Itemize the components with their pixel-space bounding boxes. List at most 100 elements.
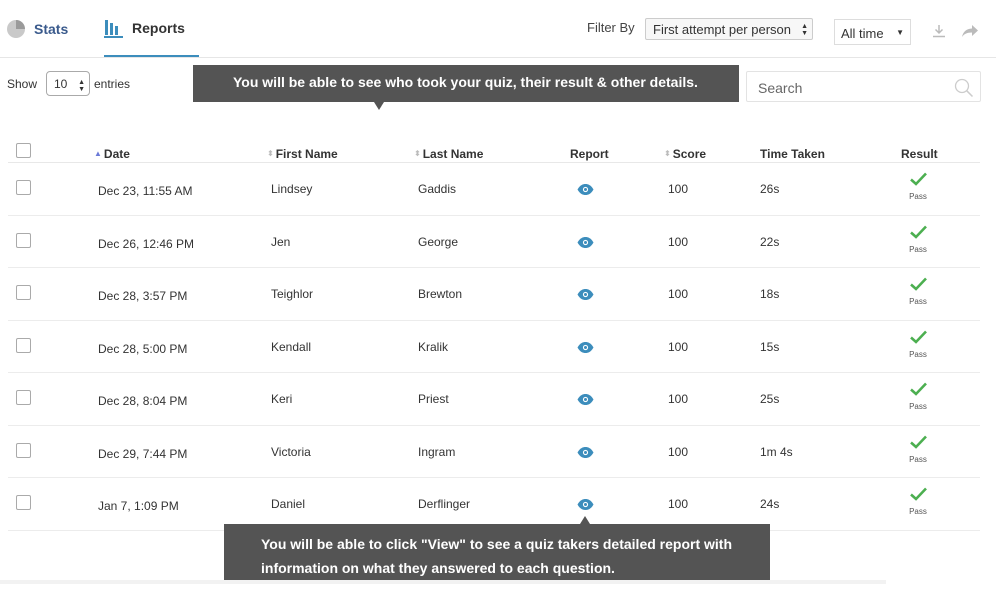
row-checkbox[interactable] xyxy=(16,285,31,300)
table-row: Dec 28, 5:00 PM Kendall Kralik 100 15s Pass xyxy=(8,321,980,373)
view-report-icon[interactable] xyxy=(577,497,594,515)
cell-time-taken: 1m 4s xyxy=(760,444,793,459)
view-report-icon[interactable] xyxy=(577,392,594,410)
tab-stats[interactable]: Stats xyxy=(6,0,86,58)
cell-last-name: Derflinger xyxy=(418,497,471,511)
tab-reports[interactable]: Reports xyxy=(104,0,199,57)
check-icon xyxy=(906,435,930,454)
header-result: Result xyxy=(901,147,938,161)
cell-date: Dec 26, 12:46 PM xyxy=(98,236,195,251)
bar-chart-icon xyxy=(104,18,124,38)
header-date[interactable]: ▲ Date xyxy=(94,147,130,161)
result-cell: Pass xyxy=(906,435,930,464)
search-icon xyxy=(954,78,974,101)
cell-date: Dec 28, 8:04 PM xyxy=(98,394,188,408)
result-label: Pass xyxy=(909,454,927,464)
select-all-checkbox[interactable] xyxy=(16,143,31,158)
result-label: Pass xyxy=(909,297,927,306)
cell-score: 100 xyxy=(668,287,689,301)
row-checkbox[interactable] xyxy=(16,180,31,195)
cell-score: 100 xyxy=(668,444,689,459)
bottom-divider xyxy=(0,580,886,584)
select-arrows-icon: ▲ ▼ xyxy=(801,23,808,37)
row-checkbox[interactable] xyxy=(16,390,31,405)
caret-down-icon: ▼ xyxy=(896,28,904,37)
cell-time-taken: 22s xyxy=(760,234,780,249)
result-cell: Pass xyxy=(906,277,930,306)
cell-score: 100 xyxy=(668,234,689,249)
table-row: Dec 28, 8:04 PM Keri Priest 100 25s Pass xyxy=(8,373,980,426)
table-body: Dec 23, 11:55 AM Lindsey Gaddis 100 26s Pass D… xyxy=(8,163,980,531)
cell-first-name: Teighlor xyxy=(271,287,314,301)
header-last-name[interactable]: ⬍ Last Name xyxy=(414,147,483,161)
time-range-value: All time xyxy=(841,26,884,41)
tooltip-view-report-line2: information on what they answered to eac… xyxy=(261,560,615,576)
tooltip-overview: You will be able to see who took your qu… xyxy=(193,65,739,110)
time-range-select[interactable]: All time ▼ xyxy=(834,19,911,45)
search-input[interactable]: Search xyxy=(746,71,981,102)
view-report-icon[interactable] xyxy=(577,445,594,463)
result-label: Pass xyxy=(909,192,927,201)
check-icon xyxy=(906,487,930,506)
cell-last-name: George xyxy=(418,234,459,249)
check-icon xyxy=(906,382,930,401)
cell-first-name: Kendall xyxy=(271,339,312,354)
tab-stats-label: Stats xyxy=(34,21,69,37)
sort-icon: ⬍ xyxy=(267,149,274,158)
share-icon[interactable] xyxy=(961,24,979,43)
cell-first-name: Daniel xyxy=(271,497,306,511)
entries-select[interactable]: 10 ▲ ▼ xyxy=(46,71,90,96)
table-row: Dec 23, 11:55 AM Lindsey Gaddis 100 26s Pass xyxy=(8,163,980,216)
cell-last-name: Priest xyxy=(418,392,449,406)
select-arrows-icon: ▲ ▼ xyxy=(78,79,85,93)
result-label: Pass xyxy=(909,244,927,254)
tab-reports-label: Reports xyxy=(132,19,185,36)
table-row: Dec 28, 3:57 PM Teighlor Brewton 100 18s Pass xyxy=(8,268,980,321)
row-checkbox[interactable] xyxy=(16,337,31,353)
check-icon xyxy=(906,225,930,244)
view-report-icon[interactable] xyxy=(577,235,594,253)
view-report-icon[interactable] xyxy=(577,182,594,200)
cell-date: Dec 29, 7:44 PM xyxy=(98,446,188,461)
check-icon xyxy=(906,330,930,349)
pie-chart-icon xyxy=(6,19,26,39)
sort-icon: ⬍ xyxy=(664,149,671,158)
cell-last-name: Brewton xyxy=(418,287,463,301)
cell-last-name: Ingram xyxy=(418,444,456,459)
row-checkbox[interactable] xyxy=(16,442,31,458)
show-label: Show xyxy=(7,77,38,91)
sort-asc-icon: ▲ xyxy=(94,149,102,158)
tooltip-view-report-line1: You will be able to click "View" to see … xyxy=(261,536,732,552)
header-first-name[interactable]: ⬍ First Name xyxy=(267,147,338,161)
result-cell: Pass xyxy=(906,487,930,516)
result-label: Pass xyxy=(909,349,927,359)
view-report-icon[interactable] xyxy=(577,287,594,305)
result-cell: Pass xyxy=(906,330,930,359)
header-report: Report xyxy=(570,147,609,161)
result-cell: Pass xyxy=(906,382,930,411)
cell-time-taken: 26s xyxy=(760,182,780,196)
cell-score: 100 xyxy=(668,339,689,354)
download-icon[interactable] xyxy=(932,24,946,43)
result-cell: Pass xyxy=(906,172,930,201)
cell-date: Dec 28, 5:00 PM xyxy=(98,341,188,356)
filter-select-value: First attempt per person xyxy=(653,22,791,37)
tooltip-view-report: You will be able to click "View" to see … xyxy=(224,516,770,581)
row-checkbox[interactable] xyxy=(16,495,31,510)
result-label: Pass xyxy=(909,402,927,411)
cell-time-taken: 15s xyxy=(760,339,780,354)
row-checkbox[interactable] xyxy=(16,232,31,248)
view-report-icon[interactable] xyxy=(577,340,594,358)
filter-select[interactable]: First attempt per person ▲ ▼ xyxy=(645,18,813,40)
cell-first-name: Jen xyxy=(271,234,291,249)
sort-icon: ⬍ xyxy=(414,149,421,158)
cell-score: 100 xyxy=(668,497,689,511)
header-score[interactable]: ⬍ Score xyxy=(664,147,706,161)
entries-select-value: 10 xyxy=(54,77,68,91)
header-score-label: Score xyxy=(672,147,707,161)
table-row: Jan 7, 1:09 PM Daniel Derflinger 100 24s Pass xyxy=(8,478,980,531)
results-table: ▲ Date ⬍ First Name ⬍ Last Name Report ⬍ Sco… xyxy=(8,140,980,531)
check-icon xyxy=(906,172,930,191)
cell-first-name: Victoria xyxy=(271,444,311,459)
table-header: ▲ Date ⬍ First Name ⬍ Last Name Report ⬍ Sco… xyxy=(8,140,980,163)
